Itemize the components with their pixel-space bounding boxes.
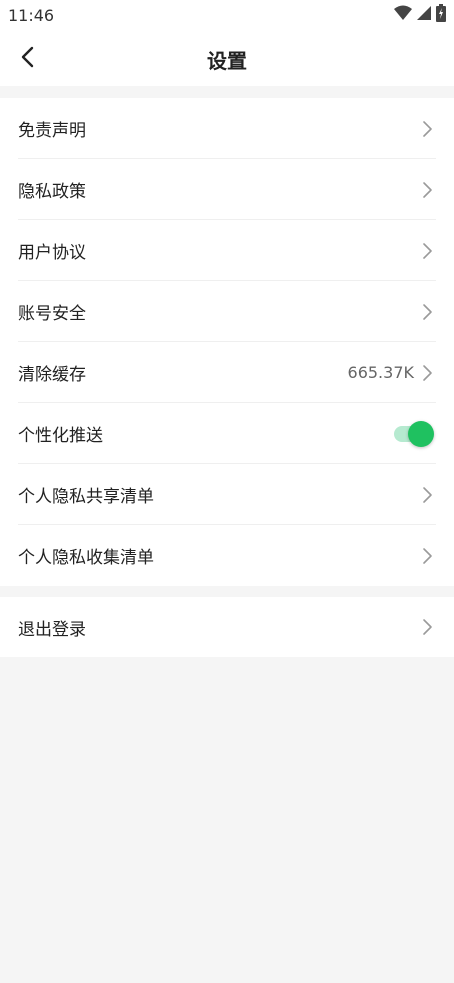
settings-item-account-security[interactable]: 账号安全 xyxy=(0,281,454,342)
chevron-right-icon xyxy=(422,242,436,260)
chevron-right-icon xyxy=(422,181,436,199)
chevron-right-icon xyxy=(422,364,436,382)
settings-item-label: 个人隐私共享清单 xyxy=(18,487,154,507)
logout-group: 退出登录 xyxy=(0,597,454,657)
settings-item-user-agreement[interactable]: 用户协议 xyxy=(0,220,454,281)
settings-item-label: 账号安全 xyxy=(18,304,86,324)
battery-charging-icon xyxy=(436,4,446,26)
settings-item-privacy-collection-list[interactable]: 个人隐私收集清单 xyxy=(0,525,454,586)
cellular-signal-icon xyxy=(416,5,432,25)
chevron-right-icon xyxy=(422,618,436,636)
settings-item-label: 清除缓存 xyxy=(18,365,86,385)
nav-bar: 设置 xyxy=(0,32,454,86)
settings-item-privacy-policy[interactable]: 隐私政策 xyxy=(0,159,454,220)
chevron-right-icon xyxy=(422,120,436,138)
settings-item-label: 个人隐私收集清单 xyxy=(18,548,154,568)
settings-item-label: 个性化推送 xyxy=(18,426,103,446)
wifi-icon xyxy=(394,5,412,25)
settings-item-label: 免责声明 xyxy=(18,121,86,141)
status-icons xyxy=(394,4,446,26)
personalized-push-toggle[interactable] xyxy=(394,420,434,447)
toggle-knob xyxy=(408,420,434,447)
logout-button[interactable]: 退出登录 xyxy=(0,597,454,657)
logout-label: 退出登录 xyxy=(18,619,86,640)
chevron-right-icon xyxy=(422,486,436,504)
settings-item-clear-cache[interactable]: 清除缓存 665.37K xyxy=(0,342,454,403)
chevron-right-icon xyxy=(422,547,436,565)
settings-list: 免责声明 隐私政策 用户协议 账号安全 清除缓存 665.37K 个性化推送 个… xyxy=(0,98,454,586)
chevron-right-icon xyxy=(422,303,436,321)
settings-item-privacy-sharing-list[interactable]: 个人隐私共享清单 xyxy=(0,464,454,525)
status-bar: 11:46 xyxy=(0,0,454,32)
page-title: 设置 xyxy=(207,49,247,73)
cache-size-value: 665.37K xyxy=(347,363,414,382)
settings-item-personalized-push: 个性化推送 xyxy=(0,403,454,464)
settings-item-label: 用户协议 xyxy=(18,243,86,263)
settings-item-label: 隐私政策 xyxy=(18,182,86,202)
status-time: 11:46 xyxy=(8,6,55,25)
settings-item-disclaimer[interactable]: 免责声明 xyxy=(0,98,454,159)
